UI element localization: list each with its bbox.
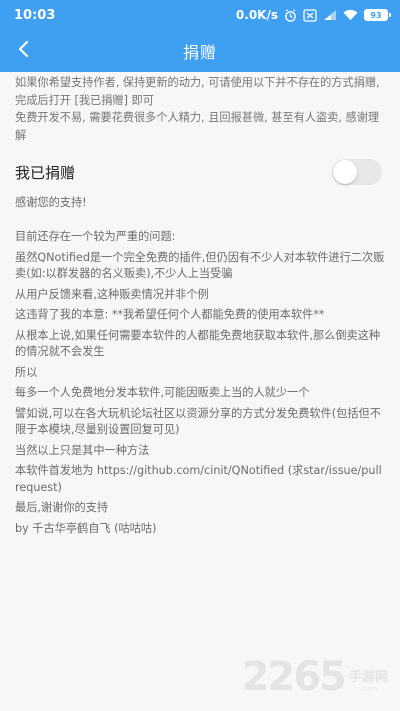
- body-paragraph: 从用户反馈来看,这种贩卖情况并非个例: [15, 287, 209, 301]
- body-paragraph: 本软件首发地为 https://github.com/cinit/QNotifi…: [15, 464, 382, 494]
- donated-switch[interactable]: [332, 159, 382, 185]
- body-paragraph: 这违背了我的本意: **我希望任何个人都能免费的使用本软件**: [15, 308, 325, 321]
- battery-icon: 93: [364, 9, 391, 21]
- status-time: 10:03: [14, 7, 56, 23]
- donated-toggle-row[interactable]: 我已捐赠: [15, 152, 385, 192]
- status-icons: 0.0K/s 93: [235, 8, 391, 22]
- page-title: 捐赠: [182, 43, 217, 62]
- intro-line-1: 如果你希望支持作者, 保持更新的动力, 可请使用以下并不存在的方式捐赠, 完成后…: [15, 76, 380, 107]
- network-speed: 0.0K/s: [235, 8, 278, 22]
- app-bar: 捐赠: [0, 30, 400, 72]
- switch-knob: [333, 160, 357, 184]
- watermark-number: 2265: [241, 654, 347, 700]
- body-paragraph: 从根本上说,如果任何需要本软件的人都能免费地获取本软件,那么倒卖这种的情况就不会…: [15, 328, 381, 359]
- wifi-icon: [343, 9, 358, 21]
- chevron-left-icon: [17, 40, 31, 62]
- alarm-icon: [284, 8, 297, 22]
- body-paragraph: 虽然QNotified是一个完全免费的插件,但仍因有不少人对本软件进行二次贩卖(…: [15, 250, 385, 281]
- donated-toggle-label: 我已捐赠: [15, 163, 76, 182]
- notice-body: 目前还存在一个较为严重的问题: 虽然QNotified是一个完全免费的插件,但仍…: [15, 229, 385, 537]
- intro-line-2: 免费开发不易, 需要花费很多个人精力, 且回报甚微, 甚至有人盗卖, 感谢理解: [15, 111, 380, 142]
- signal-icon: [323, 9, 337, 21]
- intro-text: 如果你希望支持作者, 保持更新的动力, 可请使用以下并不存在的方式捐赠, 完成后…: [15, 74, 385, 144]
- body-paragraph: by 千古华亭鹤自飞 (咕咕咕): [15, 521, 157, 535]
- body-paragraph: 譬如说,可以在各大玩机论坛社区以资源分享的方式分发免费软件(包括但不限于本模块,…: [15, 406, 381, 437]
- body-paragraph: 当然以上只是其中一种方法: [15, 443, 150, 457]
- status-bar: 10:03 0.0K/s 93: [0, 0, 400, 30]
- thanks-text: 感谢您的支持!: [15, 196, 87, 209]
- watermark-side: 手游网 .com: [349, 666, 388, 693]
- watermark-domain: .com: [359, 685, 378, 693]
- sim-no-signal-icon: [303, 8, 317, 22]
- watermark-brand: 手游网: [348, 670, 388, 685]
- back-button[interactable]: [8, 35, 40, 67]
- body-paragraph: 每多一个人免费地分发本软件,可能因贩卖上当的人就少一个: [15, 386, 310, 399]
- donation-content: 如果你希望支持作者, 保持更新的动力, 可请使用以下并不存在的方式捐赠, 完成后…: [0, 72, 400, 541]
- body-paragraph: 目前还存在一个较为严重的问题:: [15, 230, 176, 243]
- body-paragraph: 最后,谢谢你的支持: [15, 501, 109, 514]
- battery-level: 93: [370, 10, 382, 20]
- body-paragraph: 所以: [15, 365, 38, 379]
- site-watermark: 2265 手游网 .com: [242, 657, 388, 697]
